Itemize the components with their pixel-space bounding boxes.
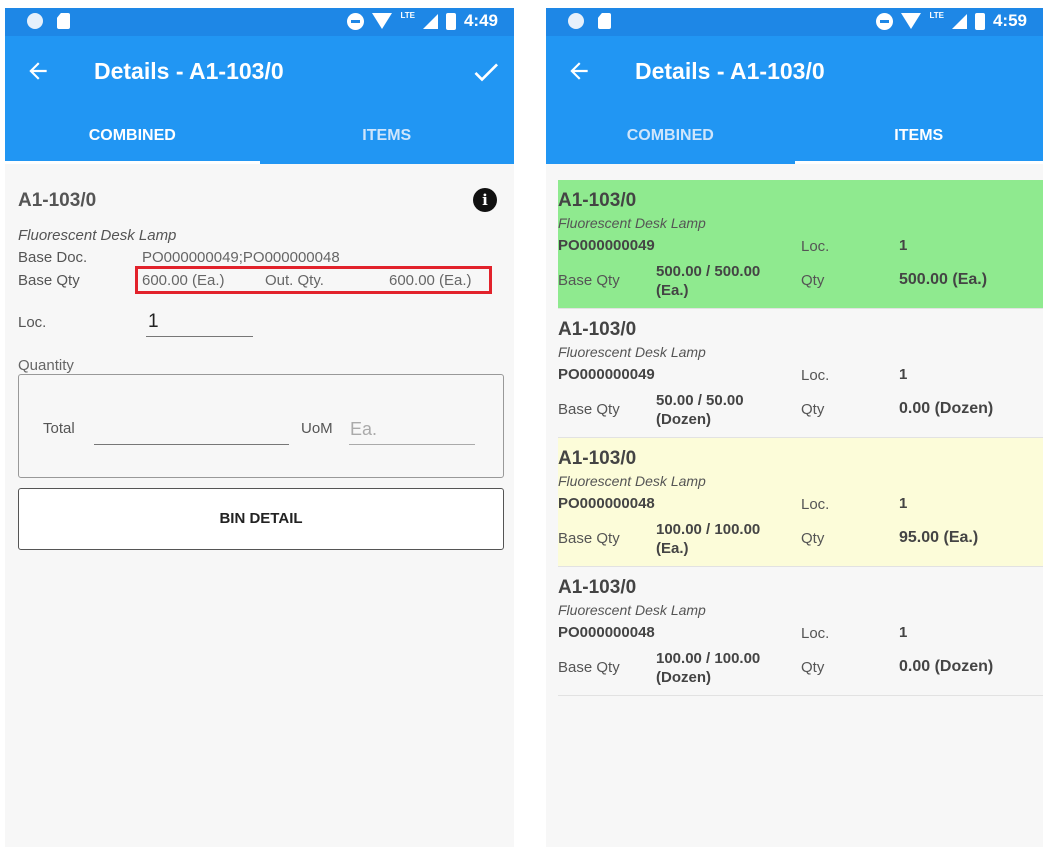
qty-label: Qty — [801, 659, 825, 676]
network-type: LTE — [929, 10, 944, 20]
qty-value: 500.00 (Ea.) — [899, 271, 988, 288]
base-qty-value: 600.00 (Ea.) — [142, 272, 225, 289]
item-code: A1-103/0 — [558, 448, 637, 469]
base-qty-label: Base Qty — [558, 272, 620, 289]
page-title: Details - A1-103/0 — [635, 58, 825, 84]
battery-icon — [445, 12, 456, 30]
item-description: Fluorescent Desk Lamp — [558, 215, 706, 231]
item-code: A1-103/0 — [558, 319, 637, 340]
signal-icon — [951, 13, 967, 29]
list-item[interactable]: A1-103/0 Fluorescent Desk Lamp PO0000000… — [558, 180, 1043, 309]
qty-value: 0.00 (Dozen) — [899, 400, 994, 417]
loc-label: Loc. — [801, 625, 830, 642]
list-item[interactable]: A1-103/0 Fluorescent Desk Lamp PO0000000… — [558, 438, 1043, 567]
app-bar: Details - A1-103/0 — [5, 36, 514, 108]
item-code: A1-103/0 — [558, 577, 637, 598]
quantity-caption: Quantity — [18, 357, 74, 374]
base-qty-label: Base Qty — [558, 530, 620, 547]
combined-content: A1-103/0 i Fluorescent Desk Lamp Base Do… — [5, 164, 514, 847]
base-qty-value: 500.00 / 500.00 (Ea.) — [656, 263, 761, 299]
loc-label: Loc. — [18, 314, 47, 331]
po-number: PO000000048 — [558, 495, 655, 512]
loc-label: Loc. — [801, 496, 830, 513]
po-number: PO000000048 — [558, 624, 655, 641]
tab-items[interactable]: ITEMS — [260, 108, 515, 164]
sd-card-icon — [598, 13, 611, 29]
uom-label: UoM — [301, 420, 333, 437]
tab-items[interactable]: ITEMS — [794, 108, 1043, 164]
signal-icon — [422, 13, 438, 29]
loc-value: 1 — [899, 495, 908, 512]
loc-value: 1 — [899, 237, 908, 254]
po-number: PO000000049 — [558, 237, 655, 254]
qty-label: Qty — [801, 530, 825, 547]
page-title: Details - A1-103/0 — [94, 58, 284, 84]
battery-icon — [974, 12, 985, 30]
base-qty-value: 100.00 / 100.00 (Dozen) — [656, 650, 761, 686]
info-icon[interactable]: i — [473, 188, 497, 212]
out-qty-label: Out. Qty. — [265, 272, 324, 289]
loc-value: 1 — [899, 624, 908, 641]
total-label: Total — [43, 420, 75, 437]
out-qty-value: 600.00 (Ea.) — [389, 272, 472, 289]
base-doc-value: PO000000049;PO000000048 — [142, 249, 340, 266]
status-bar: LTE 4:49 — [5, 8, 514, 36]
list-item[interactable]: A1-103/0 Fluorescent Desk Lamp PO0000000… — [558, 567, 1043, 696]
base-qty-value: 50.00 / 50.00 (Dozen) — [656, 392, 744, 428]
uom-input[interactable]: Ea. — [349, 415, 475, 445]
back-arrow-icon[interactable] — [25, 58, 51, 84]
loc-label: Loc. — [801, 238, 830, 255]
items-list: A1-103/0 Fluorescent Desk Lamp PO0000000… — [558, 180, 1043, 696]
confirm-check-icon[interactable] — [470, 56, 502, 88]
sd-card-icon — [57, 13, 70, 29]
base-qty-label: Base Qty — [18, 272, 80, 289]
tab-bar: COMBINED ITEMS — [5, 108, 514, 164]
wifi-icon — [901, 13, 922, 29]
item-code: A1-103/0 — [558, 190, 637, 211]
list-item[interactable]: A1-103/0 Fluorescent Desk Lamp PO0000000… — [558, 309, 1043, 438]
notification-dot-icon — [568, 13, 584, 29]
do-not-disturb-icon — [876, 12, 894, 30]
item-description: Fluorescent Desk Lamp — [558, 602, 706, 618]
quantity-group: Total UoM Ea. — [18, 374, 504, 478]
base-qty-value: 100.00 / 100.00 (Ea.) — [656, 521, 761, 557]
tab-combined[interactable]: COMBINED — [546, 108, 795, 164]
item-code: A1-103/0 — [18, 190, 97, 211]
qty-value: 0.00 (Dozen) — [899, 658, 994, 675]
app-bar: Details - A1-103/0 — [546, 36, 1043, 108]
loc-value: 1 — [899, 366, 908, 383]
base-qty-label: Base Qty — [558, 659, 620, 676]
base-qty-label: Base Qty — [558, 401, 620, 418]
loc-input[interactable]: 1 — [146, 309, 253, 337]
items-screen: LTE 4:59 Details - A1-103/0 COMBINED ITE… — [546, 8, 1043, 847]
wifi-icon — [372, 13, 393, 29]
item-description: Fluorescent Desk Lamp — [18, 227, 177, 244]
tab-combined[interactable]: COMBINED — [5, 108, 260, 164]
item-description: Fluorescent Desk Lamp — [558, 473, 706, 489]
total-input[interactable] — [94, 417, 289, 445]
item-description: Fluorescent Desk Lamp — [558, 344, 706, 360]
qty-value: 95.00 (Ea.) — [899, 529, 979, 546]
combined-screen: LTE 4:49 Details - A1-103/0 COMBINED ITE… — [5, 8, 514, 847]
status-time: 4:59 — [992, 11, 1027, 30]
notification-dot-icon — [27, 13, 43, 29]
qty-label: Qty — [801, 272, 825, 289]
back-arrow-icon[interactable] — [566, 58, 592, 84]
qty-label: Qty — [801, 401, 825, 418]
do-not-disturb-icon — [347, 12, 365, 30]
bin-detail-button[interactable]: BIN DETAIL — [18, 488, 504, 550]
tab-bar: COMBINED ITEMS — [546, 108, 1043, 164]
status-time: 4:49 — [463, 11, 498, 30]
base-doc-label: Base Doc. — [18, 249, 88, 266]
status-bar: LTE 4:59 — [546, 8, 1043, 36]
network-type: LTE — [400, 10, 415, 20]
po-number: PO000000049 — [558, 366, 655, 383]
loc-label: Loc. — [801, 367, 830, 384]
